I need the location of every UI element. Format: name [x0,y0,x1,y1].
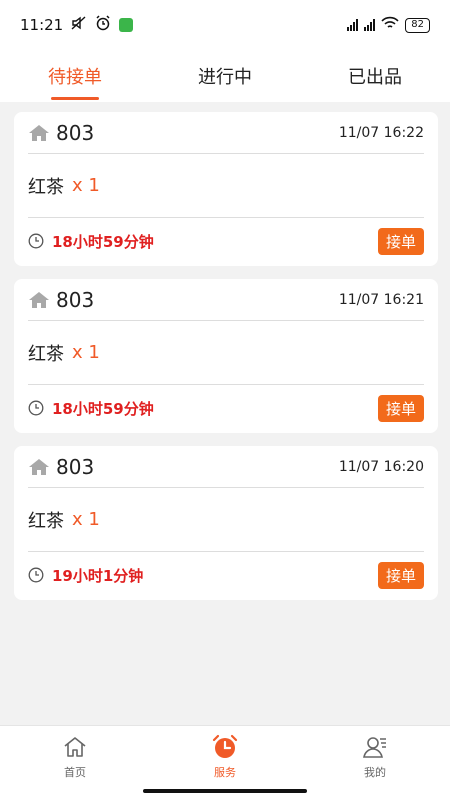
signal-icon [347,19,359,31]
accept-order-button[interactable]: 接单 [377,561,424,589]
user-icon [363,737,386,758]
room-number: 803 [56,454,95,479]
order-time: 11/07 16:21 [338,291,424,308]
tab-in-progress[interactable]: 进行中 [150,50,300,102]
order-status-tabs: 待接单 进行中 已出品 [0,50,450,102]
item-name: 红茶 [28,176,64,198]
home-icon [29,458,49,475]
order-card-header: 803 11/07 16:20 [28,446,424,488]
nav-item-home[interactable]: 首页 [0,726,150,800]
order-card-footer: 18小时59分钟 接单 [28,218,424,264]
order-card: 803 11/07 16:21 红茶 x 1 18小时59分钟 接单 [14,279,438,433]
order-list: 803 11/07 16:22 红茶 x 1 18小时59分钟 接单 803 1… [14,112,438,613]
remaining-time: 19小时1分钟 [52,566,144,585]
home-indicator [143,789,307,793]
signal-icon-2 [364,19,376,31]
order-time: 11/07 16:22 [338,124,424,141]
remaining-time: 18小时59分钟 [52,399,154,418]
order-card-footer: 18小时59分钟 接单 [28,385,424,431]
tab-pending[interactable]: 待接单 [0,50,150,102]
order-card-header: 803 11/07 16:22 [28,112,424,154]
nav-label-home: 首页 [64,766,86,779]
item-name: 红茶 [28,510,64,532]
order-item-row: 红茶 x 1 [28,321,424,385]
tab-served[interactable]: 已出品 [300,50,450,102]
home-icon [29,124,49,141]
order-item-row: 红茶 x 1 [28,154,424,218]
item-quantity: x 1 [72,509,100,530]
order-time: 11/07 16:20 [338,458,424,475]
order-card-footer: 19小时1分钟 接单 [28,552,424,598]
status-bar: 11:21 82 [0,0,450,50]
home-icon [29,291,49,308]
alarm-clock-icon [212,734,238,758]
mute-icon [71,16,87,34]
home-icon [64,737,86,757]
clock-icon [28,567,44,583]
item-quantity: x 1 [72,342,100,363]
order-card: 803 11/07 16:20 红茶 x 1 19小时1分钟 接单 [14,446,438,600]
item-name: 红茶 [28,343,64,365]
clock-icon [28,400,44,416]
alarm-icon [95,15,111,35]
item-quantity: x 1 [72,175,100,196]
room-number: 803 [56,287,95,312]
nav-label-profile: 我的 [364,766,386,779]
nav-item-profile[interactable]: 我的 [300,726,450,800]
wifi-icon [381,16,399,34]
battery-indicator: 82 [405,17,430,33]
accept-order-button[interactable]: 接单 [377,227,424,255]
clock-icon [28,233,44,249]
order-card-header: 803 11/07 16:21 [28,279,424,321]
remaining-time: 18小时59分钟 [52,232,154,251]
order-card: 803 11/07 16:22 红茶 x 1 18小时59分钟 接单 [14,112,438,266]
room-number: 803 [56,120,95,145]
order-item-row: 红茶 x 1 [28,488,424,552]
status-time: 11:21 [20,16,64,34]
wechat-icon [119,18,134,32]
nav-label-service: 服务 [214,766,236,779]
accept-order-button[interactable]: 接单 [377,394,424,422]
